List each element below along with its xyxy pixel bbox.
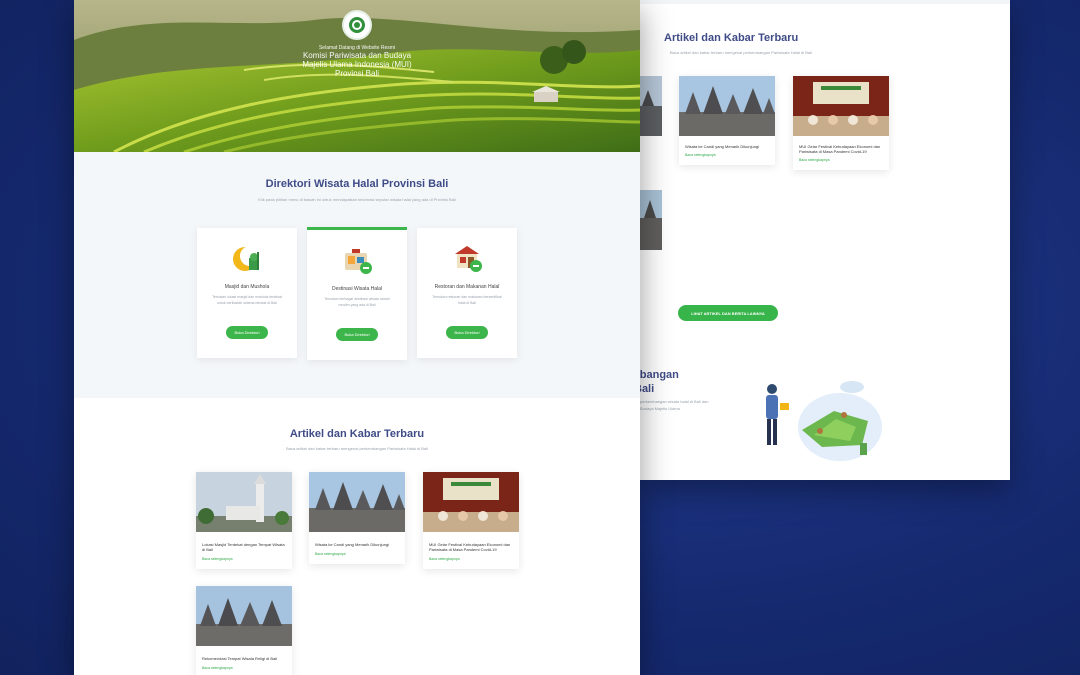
directory-card-restaurant[interactable]: Restoran dan Makanan Halal Temukan resto… [417, 228, 517, 358]
articles-subtitle: Baca artikel dan kabar terbaru mengenai … [286, 446, 428, 451]
mosque-crescent-icon [231, 242, 263, 274]
article-image [423, 472, 519, 532]
back-edge-card [640, 190, 662, 250]
article-title: Wisata ke Candi yang Menarik Dikunjungi [315, 542, 390, 547]
article-read-more[interactable]: Baca selengkapnya [196, 554, 292, 569]
directory-card-destination[interactable]: Destinasi Wisata Halal Temukan berbagai … [307, 227, 407, 360]
article-image [679, 76, 775, 136]
article-card[interactable]: MUI Gelar Festival Kebudayaan Ekonomi da… [423, 472, 519, 569]
back-section-title-line: Bali [640, 383, 655, 395]
article-read-more[interactable]: Baca selengkapnya [793, 156, 889, 170]
directory-subtitle: Klik pada pilihan menu di bawah ini untu… [258, 197, 456, 202]
hero-banner: Selamat Datang di Website Resmi Komisi P… [74, 0, 640, 154]
hero-text: Selamat Datang di Website Resmi Komisi P… [74, 10, 640, 78]
back-section-text: perkembangan wisata halal di Bali dan Bu… [640, 399, 709, 411]
article-title: Wisata ke Candi yang Menarik Dikunjungi [685, 144, 760, 149]
card-description: Temukan lokasi masjid dan mushola terdek… [212, 295, 282, 305]
back-top-strip [640, 0, 1010, 4]
card-title: Restoran dan Makanan Halal [434, 284, 500, 290]
article-card[interactable]: Wisata ke Candi yang Menarik Dikunjungi … [309, 472, 405, 564]
article-read-more[interactable]: Baca selengkapnya [309, 549, 405, 564]
article-image [793, 76, 889, 136]
back-articles-title: Artikel dan Kabar Terbaru [664, 32, 799, 44]
open-directory-button[interactable]: Buka Direktori [446, 326, 488, 339]
article-title: MUI Gelar Festival Kebudayaan Ekonomi da… [429, 542, 511, 552]
article-title: Lokasi Masjid Terdekat dengan Tempat Wis… [202, 542, 285, 552]
back-article-card[interactable]: Wisata ke Candi yang Menarik Dikunjungi … [679, 76, 775, 165]
open-directory-button[interactable]: Buka Direktori [226, 326, 268, 339]
directory-section: Direktori Wisata Halal Provinsi Bali Kli… [74, 152, 640, 398]
restaurant-icon [451, 242, 483, 274]
hero-org-line: Provinsi Bali [334, 69, 379, 78]
card-description: Temukan restoran dan makanan bersertifik… [432, 295, 502, 305]
back-article-card[interactable]: MUI Gelar Festival Kebudayaan Ekonomi da… [793, 76, 889, 170]
article-image [196, 586, 292, 646]
back-edge-card [640, 76, 662, 136]
articles-title: Artikel dan Kabar Terbaru [289, 428, 425, 440]
article-title: Rekomendasi Tempat Wisata Religi di Bali [202, 656, 278, 661]
article-read-more[interactable]: Baca selengkapnya [196, 663, 292, 675]
back-articles-subtitle: Baca artikel dan kabar terbaru mengenai … [670, 50, 812, 55]
front-page-screenshot: Selamat Datang di Website Resmi Komisi P… [74, 0, 640, 675]
article-title: MUI Gelar Festival Kebudayaan Ekonomi da… [799, 144, 881, 154]
back-section-title-line: mbangan [640, 369, 679, 381]
article-read-more[interactable]: Baca selengkapnya [423, 554, 519, 569]
hero-org-line: Komisi Pariwisata dan Budaya [302, 51, 412, 60]
article-card[interactable]: Rekomendasi Tempat Wisata Religi di Bali… [196, 586, 292, 675]
suitcase-icon [341, 244, 373, 276]
travel-illustration [744, 375, 884, 465]
card-title: Destinasi Wisata Halal [331, 286, 383, 292]
article-image [196, 472, 292, 532]
article-read-more[interactable]: Baca selengkapnya [679, 151, 775, 165]
open-directory-button[interactable]: Buka Direktori [336, 328, 378, 341]
back-page-screenshot: Artikel dan Kabar Terbaru Baca artikel d… [640, 0, 1010, 480]
card-description: Temukan berbagai destinasi wisata ramah … [324, 297, 390, 307]
directory-title: Direktori Wisata Halal Provinsi Bali [265, 178, 449, 190]
mui-logo [342, 10, 372, 40]
more-articles-button[interactable]: LIHAT ARTIKEL DAN BERITA LAINNYA [678, 305, 778, 321]
back-section-title: mbangan Bali [640, 368, 679, 396]
article-image [309, 472, 405, 532]
card-title: Masjid dan Mushola [224, 284, 270, 290]
hero-org-line: Majelis Ulama Indonesia (MUI) [302, 60, 412, 69]
directory-card-mosque[interactable]: Masjid dan Mushola Temukan lokasi masjid… [197, 228, 297, 358]
article-card[interactable]: Lokasi Masjid Terdekat dengan Tempat Wis… [196, 472, 292, 569]
